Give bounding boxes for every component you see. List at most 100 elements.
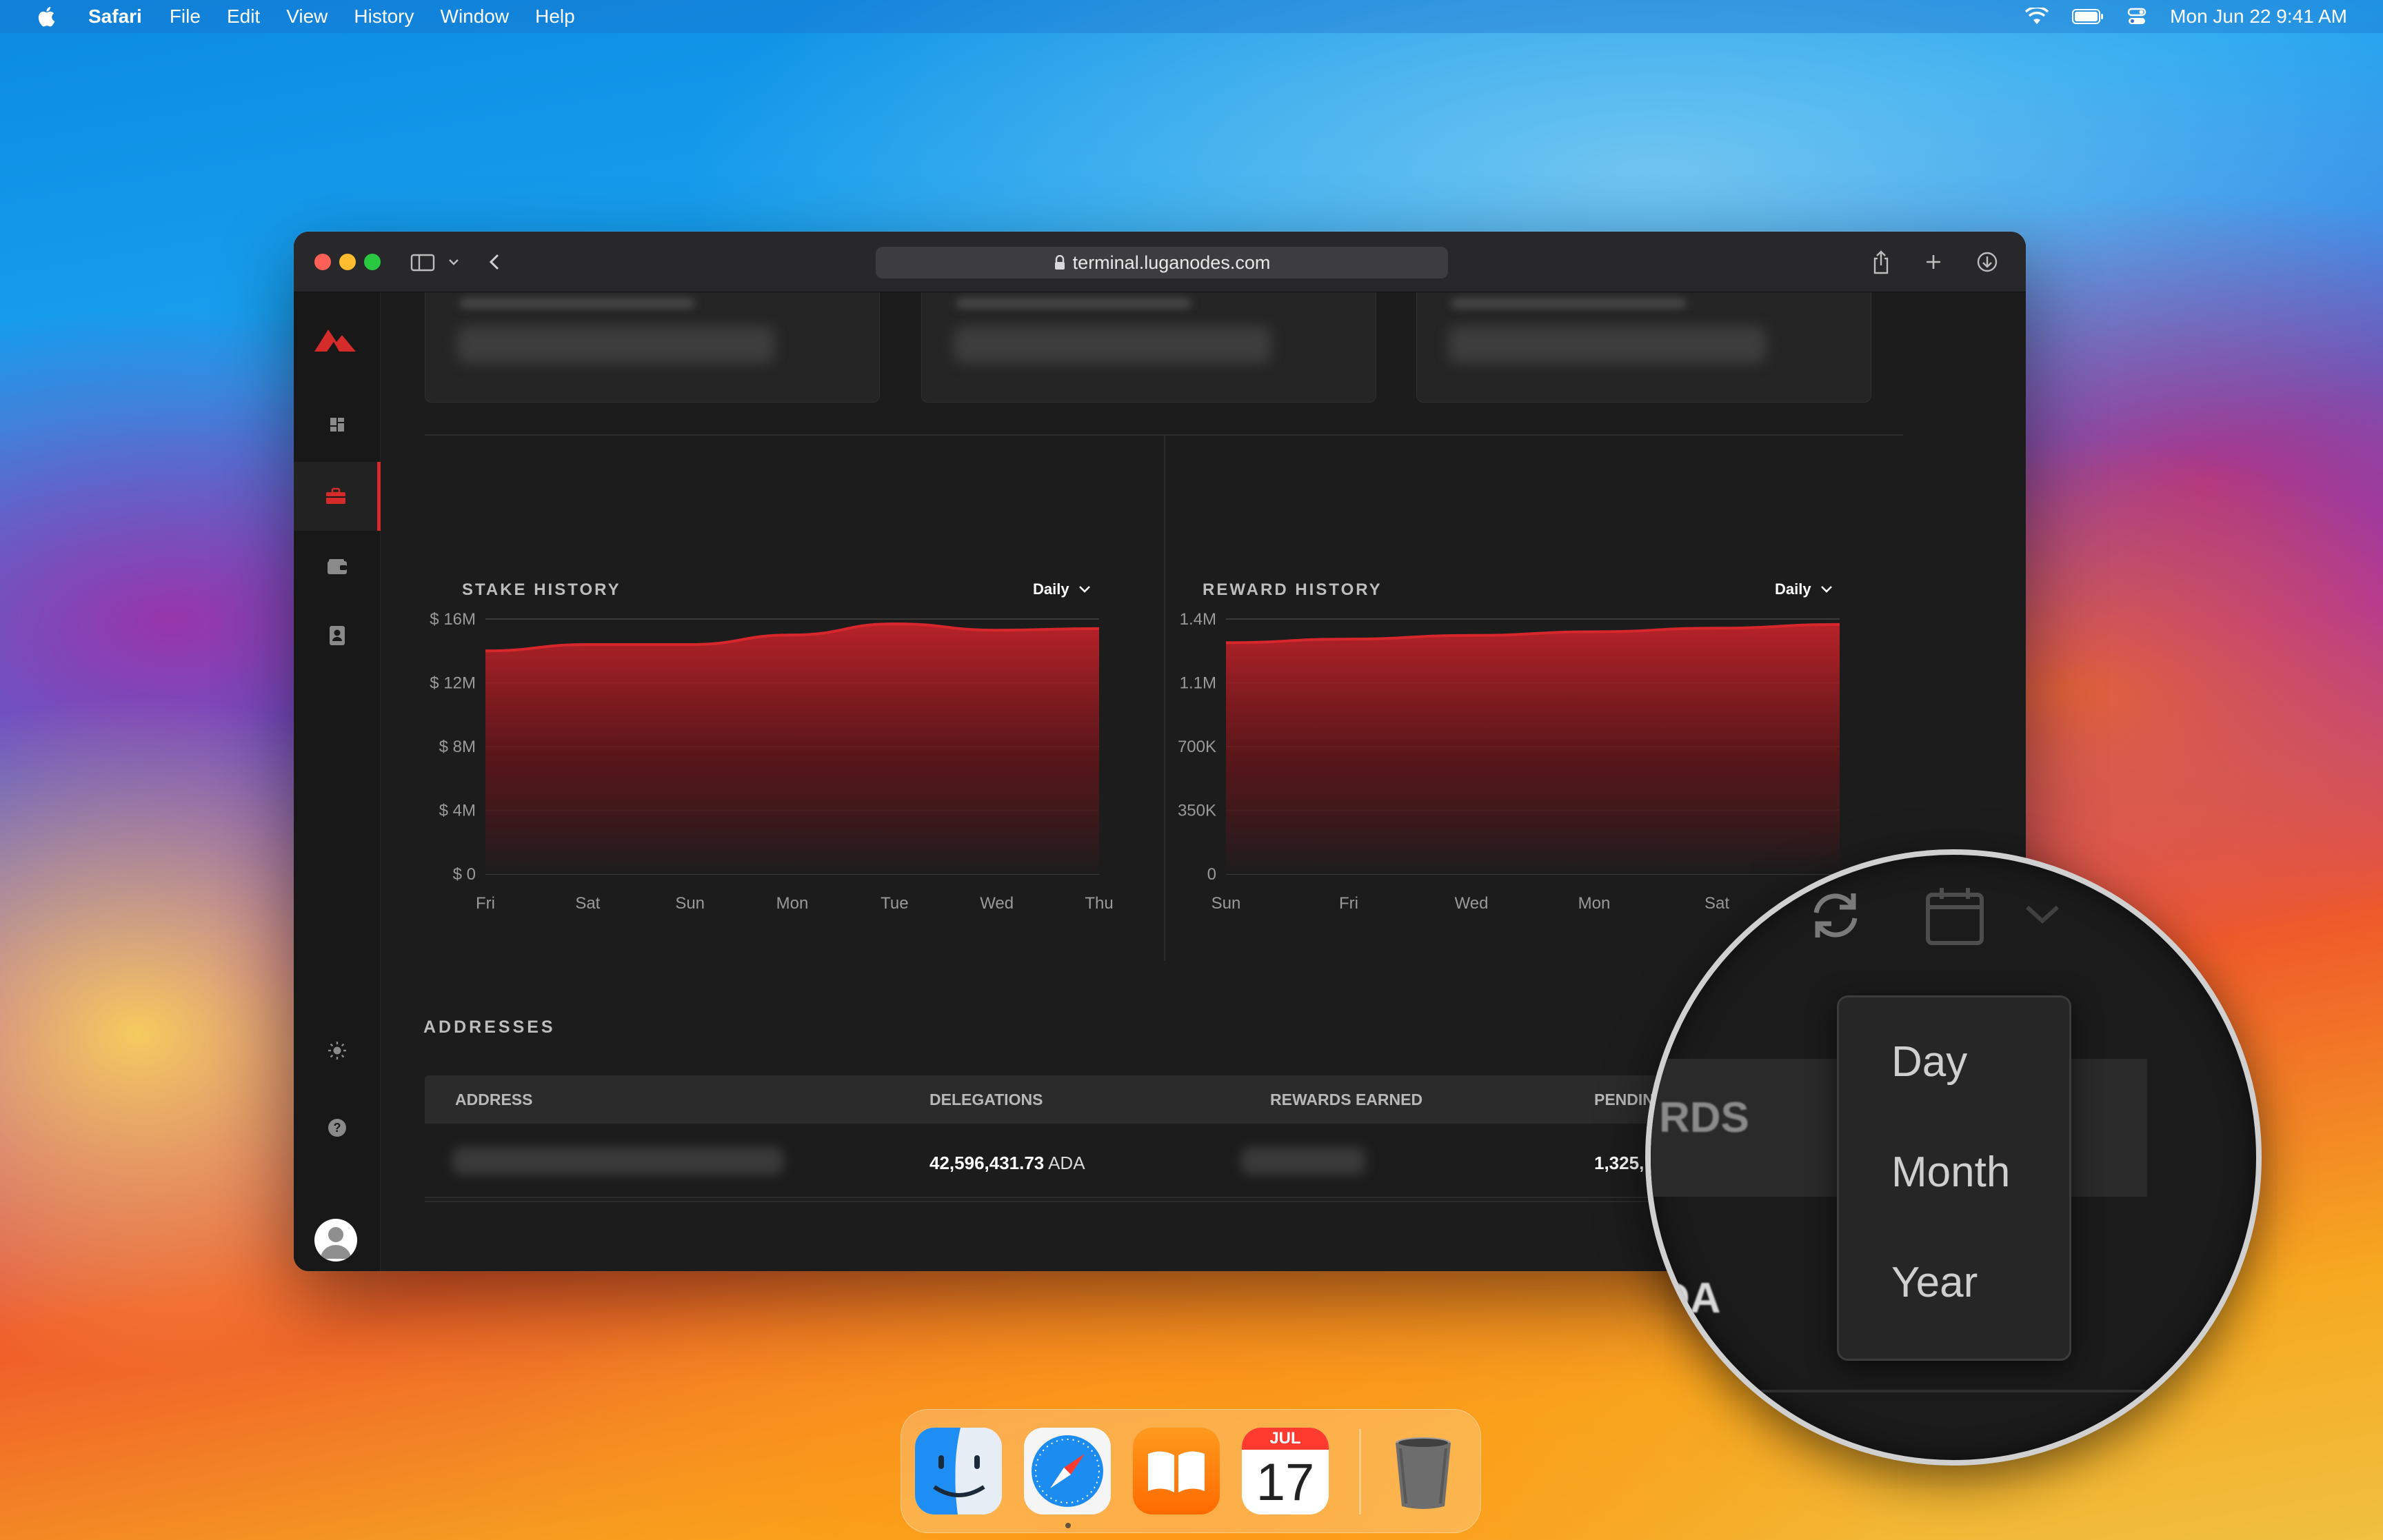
- address-book-icon: [330, 626, 345, 645]
- books-icon: [1133, 1428, 1220, 1514]
- wallet-icon: [328, 559, 347, 574]
- x-tick-label: Sat: [1705, 894, 1729, 913]
- app-sidebar: ?: [294, 292, 381, 1271]
- dock-calendar[interactable]: JUL 17: [1242, 1428, 1329, 1514]
- option-day[interactable]: Day: [1891, 1037, 1967, 1086]
- minimize-window-button[interactable]: [339, 254, 356, 270]
- trash-icon: [1396, 1437, 1451, 1509]
- stat-label-redacted: [956, 298, 1191, 308]
- back-icon[interactable]: [485, 247, 503, 277]
- x-tick-label: Thu: [1085, 894, 1113, 913]
- chevron-down-icon: [2025, 905, 2060, 924]
- stat-card-total-rewards: [921, 292, 1376, 403]
- option-year[interactable]: Year: [1891, 1258, 1978, 1307]
- running-indicator: [1065, 1523, 1071, 1528]
- y-tick-label: $ 8M: [439, 738, 476, 756]
- sidebar-item-dashboard[interactable]: [294, 390, 381, 459]
- rewards-redacted: [1241, 1147, 1365, 1175]
- stat-value-redacted: [954, 326, 1271, 363]
- column-address[interactable]: ADDRESS: [455, 1091, 532, 1109]
- x-tick-label: Wed: [980, 894, 1014, 913]
- address-redacted: [452, 1147, 783, 1175]
- downloads-icon[interactable]: [1975, 247, 2000, 277]
- zoomed-row-divider: [1761, 1390, 2256, 1392]
- x-tick-label: Fri: [476, 894, 495, 913]
- stat-label-redacted: [1451, 298, 1686, 308]
- column-delegations[interactable]: DELEGATIONS: [929, 1091, 1043, 1109]
- y-tick-label: 1.4M: [1180, 610, 1216, 629]
- dock-trash[interactable]: [1380, 1428, 1467, 1514]
- y-tick-label: 1.1M: [1180, 674, 1216, 693]
- refresh-icon: [1813, 893, 1858, 938]
- help-icon: ?: [328, 1119, 346, 1137]
- x-tick-label: Mon: [1578, 894, 1611, 913]
- sidebar-item-help[interactable]: ?: [294, 1093, 381, 1162]
- calendar-month: JUL: [1269, 1429, 1301, 1448]
- menu-view[interactable]: View: [286, 6, 328, 28]
- control-center-icon[interactable]: [2127, 7, 2146, 26]
- finder-icon: [915, 1428, 1002, 1514]
- dock-separator: [1359, 1429, 1361, 1514]
- battery-icon[interactable]: [2072, 9, 2104, 24]
- chevron-down-icon[interactable]: [447, 247, 461, 277]
- y-tick-label: $ 0: [453, 865, 476, 884]
- zoomed-unit-fragment: DA: [1659, 1275, 1721, 1322]
- dock-books[interactable]: [1133, 1428, 1220, 1514]
- zoom-callout: RDS DA Day Month Year: [1645, 849, 2262, 1466]
- calendar-icon: [1926, 888, 1984, 945]
- menu-app-name[interactable]: Safari: [88, 6, 142, 28]
- dock-finder[interactable]: [915, 1428, 1002, 1514]
- x-tick-label: Sat: [575, 894, 600, 913]
- menu-edit[interactable]: Edit: [227, 6, 260, 28]
- sidebar-item-theme[interactable]: [294, 1016, 381, 1085]
- calendar-day: 17: [1256, 1453, 1315, 1512]
- addresses-title: ADDRESSES: [423, 1017, 556, 1037]
- menu-history[interactable]: History: [354, 6, 414, 28]
- sidebar-item-contacts[interactable]: [294, 601, 381, 670]
- apple-icon[interactable]: [36, 5, 59, 28]
- delegations-value: 42,596,431.73: [929, 1153, 1045, 1173]
- series-area: [1226, 624, 1840, 874]
- dock-safari[interactable]: [1024, 1428, 1111, 1514]
- sidebar-item-portfolio[interactable]: [294, 462, 381, 531]
- sidebar-toggle-icon[interactable]: [410, 247, 437, 277]
- url-text: terminal.luganodes.com: [1072, 252, 1271, 273]
- user-icon: [321, 1227, 351, 1259]
- user-avatar[interactable]: [314, 1219, 357, 1262]
- zoom-window-button[interactable]: [364, 254, 381, 270]
- stake-history-chart: $ 0 $ 4M $ 8M $ 12M $ 16M Fri Sat Sun Mon Tue Wed T…: [430, 610, 1113, 913]
- dock: JUL 17: [901, 1409, 1481, 1533]
- sun-icon: [328, 1042, 346, 1060]
- menu-help[interactable]: Help: [535, 6, 575, 28]
- column-rewards-earned[interactable]: REWARDS EARNED: [1270, 1091, 1422, 1109]
- delegations-unit: ADA: [1048, 1153, 1085, 1173]
- close-window-button[interactable]: [314, 254, 331, 270]
- dashboard-icon: [330, 418, 344, 432]
- share-icon[interactable]: [1870, 247, 1892, 277]
- wifi-icon[interactable]: [2025, 8, 2049, 26]
- x-tick-label: Sun: [1211, 894, 1241, 913]
- x-tick-label: Mon: [776, 894, 809, 913]
- chevron-down-icon: [1820, 586, 1832, 593]
- menu-file[interactable]: File: [170, 6, 201, 28]
- address-bar[interactable]: terminal.luganodes.com: [876, 247, 1448, 278]
- x-tick-label: Wed: [1455, 894, 1489, 913]
- new-tab-icon[interactable]: [1922, 247, 1944, 277]
- stat-value-redacted: [1449, 326, 1766, 363]
- y-tick-label: $ 12M: [430, 674, 476, 693]
- sidebar-item-wallet[interactable]: [294, 532, 381, 601]
- column-pending[interactable]: PENDIN: [1594, 1091, 1654, 1109]
- y-tick-label: $ 4M: [439, 802, 476, 820]
- period-dropdown-menu: Day Month Year: [1837, 995, 2071, 1361]
- menu-window[interactable]: Window: [441, 6, 510, 28]
- x-tick-label: Fri: [1339, 894, 1358, 913]
- svg-text:?: ?: [334, 1121, 341, 1135]
- briefcase-icon: [325, 487, 345, 504]
- menubar-clock[interactable]: Mon Jun 22 9:41 AM: [2170, 6, 2347, 28]
- option-month[interactable]: Month: [1891, 1148, 2010, 1197]
- y-tick-label: 350K: [1178, 802, 1216, 820]
- browser-toolbar: terminal.luganodes.com: [294, 232, 2026, 292]
- luganodes-logo-icon[interactable]: [313, 324, 357, 354]
- x-tick-label: Tue: [881, 894, 908, 913]
- y-tick-label: 700K: [1178, 738, 1216, 756]
